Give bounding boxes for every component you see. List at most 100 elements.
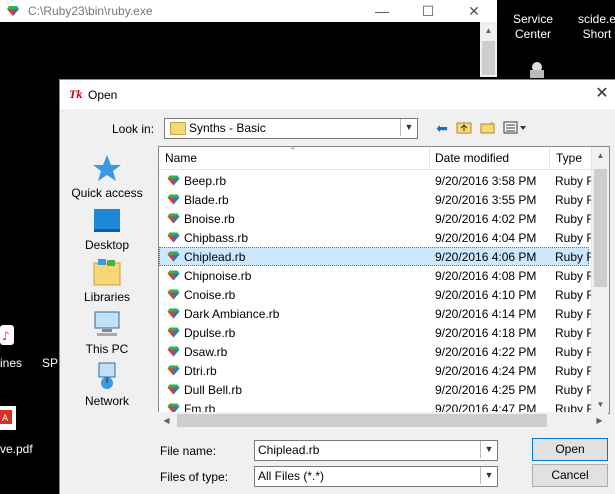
scroll-up-icon[interactable]: ▲ (592, 147, 609, 164)
dialog-close-button[interactable]: ✕ (592, 84, 612, 104)
file-name: Chiplead.rb (184, 250, 246, 264)
place-label: Libraries (83, 290, 131, 304)
file-name: Dtri.rb (184, 364, 217, 378)
place-this-pc[interactable]: This PC (66, 309, 148, 356)
file-row[interactable]: Bnoise.rb 9/20/2016 4:02 PM Ruby F (159, 209, 594, 228)
file-name: Chipbass.rb (184, 231, 249, 245)
file-type-value: All Files (*.*) (258, 469, 325, 483)
file-row[interactable]: Dull Bell.rb 9/20/2016 4:25 PM Ruby F (159, 380, 594, 399)
scroll-thumb[interactable] (177, 414, 547, 427)
pdf-icon[interactable]: A (0, 406, 16, 430)
desktop-icon-scide[interactable]: scide.e Short (572, 12, 615, 42)
file-list[interactable]: ⌃ Name Date modified Type Beep.rb 9/20/20… (158, 146, 610, 414)
file-row[interactable]: Cnoise.rb 9/20/2016 4:10 PM Ruby F (159, 285, 594, 304)
horizontal-scrollbar[interactable]: ◀ ▶ (158, 412, 608, 429)
close-button[interactable]: ✕ (451, 0, 497, 22)
file-type-select[interactable]: All Files (*.*) ▼ (254, 466, 498, 487)
ruby-icon (6, 5, 20, 17)
open-button[interactable]: Open (532, 438, 608, 461)
file-date: 9/20/2016 4:25 PM (435, 383, 537, 397)
svg-text:♪: ♪ (2, 329, 10, 343)
file-row[interactable]: Beep.rb 9/20/2016 3:58 PM Ruby F (159, 171, 594, 190)
file-name-label: File name: (160, 444, 217, 458)
file-type: Ruby F (555, 250, 594, 264)
back-arrow-icon[interactable]: ⬅ (432, 119, 452, 137)
file-type: Ruby F (555, 326, 594, 340)
file-name-value: Chiplead.rb (258, 443, 320, 457)
file-name: Dark Ambiance.rb (184, 307, 280, 321)
dialog-title: Open (88, 88, 118, 102)
open-dialog: Tk Open ✕ Look in: Synths - Basic ▼ ⬅ ✦ … (59, 79, 615, 494)
file-type: Ruby F (555, 212, 594, 226)
file-type: Ruby F (555, 288, 594, 302)
file-type: Ruby F (555, 193, 594, 207)
list-header: ⌃ Name Date modified Type (159, 147, 609, 170)
chevron-down-icon[interactable]: ▼ (480, 467, 497, 484)
place-quick-access[interactable]: Quick access (66, 153, 148, 200)
file-name: Cnoise.rb (184, 288, 236, 302)
look-in-label: Look in: (112, 122, 155, 136)
file-date: 9/20/2016 4:10 PM (435, 288, 537, 302)
itunes-icon[interactable]: ♪ (0, 325, 14, 345)
file-type: Ruby F (555, 364, 594, 378)
ruby-file-icon (167, 346, 180, 357)
libraries-icon (93, 259, 121, 286)
file-date: 9/20/2016 4:08 PM (435, 269, 537, 283)
look-in-combo[interactable]: Synths - Basic ▼ (164, 118, 418, 139)
file-type-label: Files of type: (160, 470, 229, 484)
vertical-scrollbar[interactable]: ▲ ▼ (591, 147, 609, 413)
ruby-file-icon (167, 308, 180, 319)
desktop-icon-label: Center (514, 27, 552, 41)
svg-text:✦: ✦ (489, 120, 495, 128)
chevron-down-icon[interactable]: ▼ (480, 441, 497, 458)
column-header-date[interactable]: Date modified (435, 151, 509, 165)
cancel-button[interactable]: Cancel (532, 464, 608, 487)
maximize-button[interactable]: ☐ (405, 0, 451, 22)
file-name-input[interactable]: Chiplead.rb ▼ (254, 440, 498, 461)
file-row[interactable]: Dsaw.rb 9/20/2016 4:22 PM Ruby F (159, 342, 594, 361)
scroll-up-icon[interactable]: ▲ (480, 22, 497, 39)
column-header-name[interactable]: Name (165, 151, 197, 165)
file-row[interactable]: Chipnoise.rb 9/20/2016 4:08 PM Ruby F (159, 266, 594, 285)
file-name: Bnoise.rb (184, 212, 235, 226)
place-libraries[interactable]: Libraries (66, 257, 148, 304)
place-network[interactable]: Network (66, 361, 148, 408)
view-menu-icon[interactable] (503, 121, 527, 134)
up-folder-icon[interactable] (456, 120, 472, 134)
chevron-down-icon[interactable]: ▼ (400, 119, 417, 136)
place-desktop[interactable]: Desktop (66, 205, 148, 252)
ruby-file-icon (167, 270, 180, 281)
file-row[interactable]: Blade.rb 9/20/2016 3:55 PM Ruby F (159, 190, 594, 209)
file-name: Chipnoise.rb (184, 269, 252, 283)
console-title-bar[interactable]: C:\Ruby23\bin\ruby.exe — ☐ ✕ (0, 0, 497, 22)
column-divider[interactable] (549, 147, 550, 169)
file-row[interactable]: Dtri.rb 9/20/2016 4:24 PM Ruby F (159, 361, 594, 380)
column-divider[interactable] (429, 147, 430, 169)
minimize-button[interactable]: — (359, 0, 405, 22)
file-type: Ruby F (555, 231, 594, 245)
file-name: Dull Bell.rb (184, 383, 243, 397)
scroll-thumb[interactable] (594, 169, 607, 287)
desktop-icon-itunes-label: ines (0, 356, 23, 370)
scroll-left-icon[interactable]: ◀ (158, 412, 175, 429)
file-row[interactable]: Chipbass.rb 9/20/2016 4:04 PM Ruby F (159, 228, 594, 247)
dialog-title-bar[interactable]: Tk Open ✕ (60, 80, 615, 109)
file-date: 9/20/2016 4:18 PM (435, 326, 537, 340)
file-row[interactable]: Chiplead.rb 9/20/2016 4:06 PM Ruby F (159, 247, 594, 266)
shortcut-icon[interactable] (527, 60, 547, 78)
scroll-thumb[interactable] (482, 41, 495, 75)
scroll-down-icon[interactable]: ▼ (592, 396, 609, 413)
file-row[interactable]: Dpulse.rb 9/20/2016 4:18 PM Ruby F (159, 323, 594, 342)
ruby-file-icon (167, 213, 180, 224)
file-row[interactable]: Dark Ambiance.rb 9/20/2016 4:14 PM Ruby F (159, 304, 594, 323)
scroll-right-icon[interactable]: ▶ (591, 412, 608, 429)
column-header-type[interactable]: Type (556, 151, 582, 165)
ruby-file-icon (167, 175, 180, 186)
new-folder-icon[interactable]: ✦ (480, 120, 496, 134)
ruby-file-icon (167, 251, 180, 262)
file-name: Blade.rb (184, 193, 229, 207)
place-label: Network (84, 394, 129, 408)
console-scrollbar[interactable]: ▲ (480, 22, 497, 77)
network-icon (98, 362, 116, 389)
desktop-icon-service-center[interactable]: Service Center (503, 12, 563, 42)
